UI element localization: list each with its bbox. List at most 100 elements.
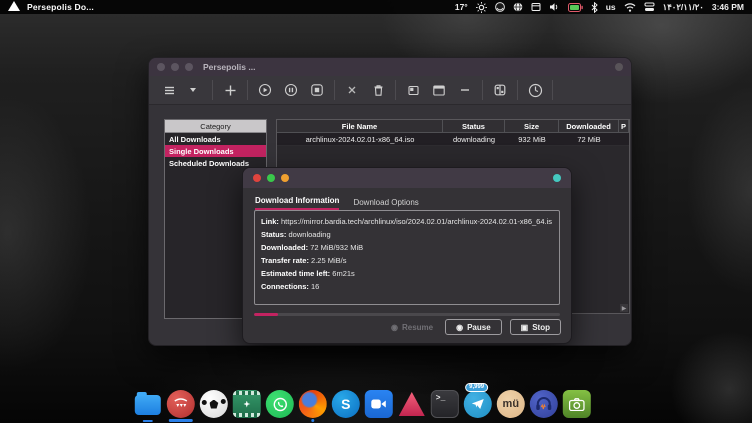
- active-app-name[interactable]: Persepolis Do...: [27, 2, 94, 12]
- info-transfer-rate: Transfer rate: 2.25 MiB/s: [261, 254, 553, 267]
- dock-item-telegram[interactable]: 9,999: [464, 390, 492, 418]
- dock-item-whatsapp[interactable]: [266, 390, 294, 418]
- desktop: Persepolis Do... 17°: [0, 0, 752, 423]
- dialog-titlebar[interactable]: [243, 168, 571, 188]
- dialog-buttons: ◉Resume ◉Pause ▣Stop: [387, 319, 561, 335]
- battery-icon[interactable]: [568, 3, 583, 12]
- minimize-button[interactable]: [171, 63, 179, 71]
- bluetooth-icon[interactable]: [591, 2, 598, 13]
- time-label[interactable]: 3:46 PM: [712, 2, 744, 12]
- whatsapp-icon: [266, 390, 294, 418]
- column-header-file-name[interactable]: File Name: [277, 120, 443, 132]
- info-estimated-time: Estimated time left: 6m21s: [261, 267, 553, 280]
- resume-button[interactable]: ◉Resume: [387, 320, 437, 334]
- table-hscroll-right-arrow[interactable]: ▶: [620, 304, 628, 312]
- dialog-zoom-button[interactable]: [267, 174, 275, 182]
- date-label[interactable]: ۱۴۰۲/۱۱/۲۰: [663, 2, 704, 13]
- remove-download-button[interactable]: [340, 79, 364, 101]
- arch-logo-icon[interactable]: [8, 1, 20, 11]
- tab-download-options[interactable]: Download Options: [353, 198, 418, 210]
- video-converter-button[interactable]: [488, 79, 512, 101]
- main-window-title: Persepolis ...: [203, 62, 255, 72]
- dock-item-skype[interactable]: S: [332, 390, 360, 418]
- stop-download-button[interactable]: [305, 79, 329, 101]
- pause-download-button[interactable]: [279, 79, 303, 101]
- dock-item-audio[interactable]: [530, 390, 558, 418]
- globe-icon[interactable]: [513, 2, 523, 12]
- trash-button[interactable]: [366, 79, 390, 101]
- pause-button[interactable]: ◉Pause: [445, 319, 502, 335]
- column-header-downloaded[interactable]: Downloaded: [559, 120, 619, 132]
- close-button[interactable]: [157, 63, 165, 71]
- table-header-row: File Name Status Size Downloaded P: [277, 120, 629, 133]
- info-status: Status: downloading: [261, 228, 553, 241]
- menu-button[interactable]: [157, 79, 181, 101]
- headphones-icon: [530, 390, 558, 418]
- brightness-icon[interactable]: [476, 2, 487, 13]
- add-download-button[interactable]: [218, 79, 242, 101]
- stop-icon: ▣: [521, 323, 529, 332]
- cell-downloaded: 72 MiB: [559, 133, 619, 145]
- window-button[interactable]: [427, 79, 451, 101]
- dock-item-video-call[interactable]: [365, 390, 393, 418]
- category-header: Category: [165, 120, 266, 133]
- active-indicator: [169, 419, 193, 423]
- video-editor-icon: [233, 390, 261, 418]
- column-header-progress[interactable]: P: [619, 120, 629, 132]
- running-indicator: [311, 419, 314, 422]
- tab-download-information[interactable]: Download Information: [255, 196, 339, 210]
- download-progress-bar: [254, 313, 560, 316]
- firefox-icon: [299, 390, 327, 418]
- cell-size: 932 MiB: [505, 133, 559, 145]
- info-connections: Connections: 16: [261, 280, 553, 293]
- terminal-icon: >_: [431, 390, 459, 418]
- info-link: Link: https://mirror.bardia.tech/archlin…: [261, 215, 553, 228]
- dock-item-finder[interactable]: [134, 390, 162, 418]
- chevron-down-icon: [190, 88, 196, 92]
- keyboard-layout-label[interactable]: us: [606, 2, 616, 12]
- dialog-close-button[interactable]: [253, 174, 261, 182]
- titlebar-right-dot: [615, 63, 623, 71]
- zoom-button[interactable]: [185, 63, 193, 71]
- video-call-icon: [365, 390, 393, 418]
- dock: S >_ 9,999 mü: [134, 390, 591, 418]
- dock-item-firefox[interactable]: [299, 390, 327, 418]
- start-download-button[interactable]: [253, 79, 277, 101]
- dock-item-persepolis[interactable]: [167, 390, 195, 418]
- download-info-box: Link: https://mirror.bardia.tech/archlin…: [254, 210, 560, 305]
- dialog-tabs: Download Information Download Options: [243, 188, 571, 210]
- stop-button[interactable]: ▣Stop: [510, 319, 561, 335]
- table-row[interactable]: archlinux-2024.02.01-x86_64.iso download…: [277, 133, 629, 146]
- temperature-label[interactable]: 17°: [455, 2, 468, 12]
- football-icon: [200, 390, 228, 418]
- resume-icon: ◉: [391, 323, 398, 332]
- info-downloaded: Downloaded: 72 MiB/932 MiB: [261, 241, 553, 254]
- dialog-minimize-button[interactable]: [281, 174, 289, 182]
- schedule-clock-button[interactable]: [523, 79, 547, 101]
- sidebar-item-all-downloads[interactable]: All Downloads: [165, 133, 266, 145]
- dock-item-video-editor[interactable]: [233, 390, 261, 418]
- menu-caret-button[interactable]: [183, 79, 207, 101]
- sidebar-item-single-downloads[interactable]: Single Downloads: [165, 145, 266, 157]
- box-icon[interactable]: [531, 2, 541, 12]
- download-information-dialog: Download Information Download Options Li…: [242, 167, 572, 344]
- minus-button[interactable]: [453, 79, 477, 101]
- stack-icon[interactable]: [644, 2, 655, 12]
- persepolis-icon: [167, 390, 195, 418]
- main-window-titlebar[interactable]: Persepolis ...: [149, 58, 631, 76]
- column-header-status[interactable]: Status: [443, 120, 505, 132]
- dock-item-terminal[interactable]: >_: [431, 390, 459, 418]
- skype-icon: S: [332, 390, 360, 418]
- wifi-icon[interactable]: [624, 3, 636, 12]
- menu-bar: Persepolis Do... 17°: [0, 0, 752, 14]
- dock-item-football[interactable]: [200, 390, 228, 418]
- circle-app-icon[interactable]: [495, 2, 505, 12]
- dock-item-screenshot[interactable]: [563, 390, 591, 418]
- telegram-badge: 9,999: [465, 383, 488, 392]
- volume-icon[interactable]: [549, 2, 560, 12]
- pause-icon: ◉: [456, 323, 463, 332]
- small-window-button[interactable]: [401, 79, 425, 101]
- column-header-size[interactable]: Size: [505, 120, 559, 132]
- dock-item-arch[interactable]: [398, 390, 426, 418]
- dock-item-musehub[interactable]: mü: [497, 390, 525, 418]
